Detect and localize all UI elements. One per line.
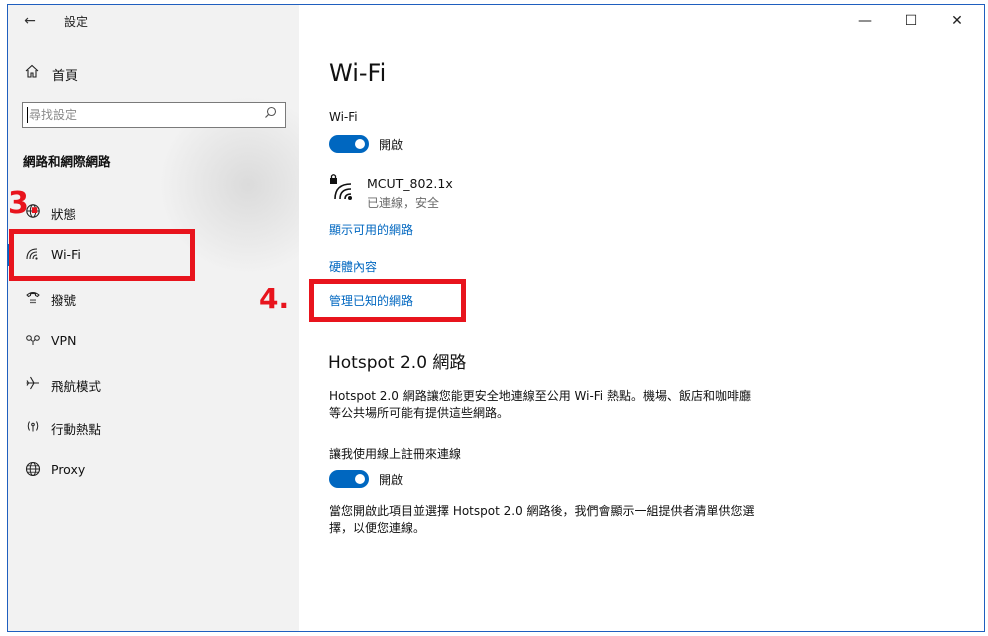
sidebar-item-airplane[interactable]: 飛航模式: [8, 364, 299, 404]
title-bar-left: ← 設定: [8, 5, 299, 37]
sidebar-item-label: 狀態: [51, 207, 77, 222]
sidebar-item-proxy[interactable]: Proxy: [8, 450, 299, 490]
annotation-step-3: 3.: [8, 186, 41, 221]
wifi-toggle[interactable]: [329, 135, 369, 153]
search-box[interactable]: [22, 102, 286, 128]
annotation-step-4: 4.: [259, 282, 290, 315]
back-button[interactable]: ←: [20, 11, 40, 31]
settings-window: ← 設定 首頁 網路和網際網路 狀態: [7, 4, 985, 632]
sidebar-item-status[interactable]: 狀態: [8, 192, 299, 232]
globe-icon: [24, 461, 42, 481]
mobile-hotspot-icon: [24, 418, 42, 438]
hotspot-section-title: Hotspot 2.0 網路: [328, 353, 467, 373]
sidebar-section-heading: 網路和網際網路: [23, 154, 111, 169]
toggle-knob: [355, 474, 365, 484]
maximize-button[interactable]: ☐: [891, 9, 931, 33]
sidebar-item-label: 撥號: [51, 293, 77, 308]
window-title: 設定: [64, 15, 89, 29]
toggle-knob: [355, 139, 365, 149]
hotspot-footer-text: 當您開啟此項目並選擇 Hotspot 2.0 網路後，我們會顯示一組提供者清單供…: [329, 504, 755, 535]
secured-wifi-icon[interactable]: [329, 173, 359, 201]
wifi-label: Wi-Fi: [329, 110, 358, 124]
minimize-icon: —: [858, 13, 872, 29]
network-name[interactable]: MCUT_802.1x: [367, 176, 453, 191]
home-icon: [24, 63, 40, 83]
sidebar: ← 設定 首頁 網路和網際網路 狀態: [8, 5, 299, 631]
close-button[interactable]: ✕: [937, 9, 977, 33]
minimize-button[interactable]: —: [845, 9, 885, 33]
annotation-box-manage-known: [309, 279, 466, 322]
hotspot-description: Hotspot 2.0 網路讓您能更安全地連線至公用 Wi-Fi 熱點。機場、飯…: [329, 389, 751, 420]
show-available-networks-link[interactable]: 顯示可用的網路: [329, 221, 413, 238]
annotation-box-wifi: [9, 229, 195, 281]
sidebar-item-hotspot[interactable]: 行動熱點: [8, 407, 299, 447]
sidebar-item-vpn[interactable]: VPN: [8, 321, 299, 361]
sidebar-item-label: VPN: [51, 333, 77, 348]
sidebar-item-dialup[interactable]: 撥號: [8, 278, 299, 318]
hardware-properties-link[interactable]: 硬體內容: [329, 258, 377, 275]
online-signup-label: 讓我使用線上註冊來連線: [329, 447, 462, 461]
sidebar-home[interactable]: 首頁: [8, 59, 299, 87]
sidebar-item-label: 行動熱點: [51, 422, 102, 437]
sidebar-home-label: 首頁: [52, 69, 79, 84]
close-icon: ✕: [951, 13, 963, 29]
online-signup-toggle[interactable]: [329, 470, 369, 488]
text-caret: [27, 107, 28, 123]
wifi-toggle-label: 開啟: [379, 138, 404, 152]
sidebar-item-label: Proxy: [51, 462, 86, 477]
online-signup-toggle-label: 開啟: [379, 473, 404, 487]
maximize-icon: ☐: [904, 13, 918, 29]
search-icon[interactable]: [264, 106, 277, 123]
network-status: 已連線，安全: [367, 196, 440, 210]
airplane-icon: [24, 375, 42, 395]
page-title: Wi-Fi: [329, 59, 387, 87]
dialup-phone-icon: [24, 289, 42, 309]
vpn-icon: [24, 332, 42, 352]
search-input[interactable]: [23, 103, 253, 127]
back-arrow-icon: ←: [24, 13, 36, 29]
sidebar-item-label: 飛航模式: [51, 379, 102, 394]
window-controls: — ☐ ✕: [845, 5, 984, 37]
